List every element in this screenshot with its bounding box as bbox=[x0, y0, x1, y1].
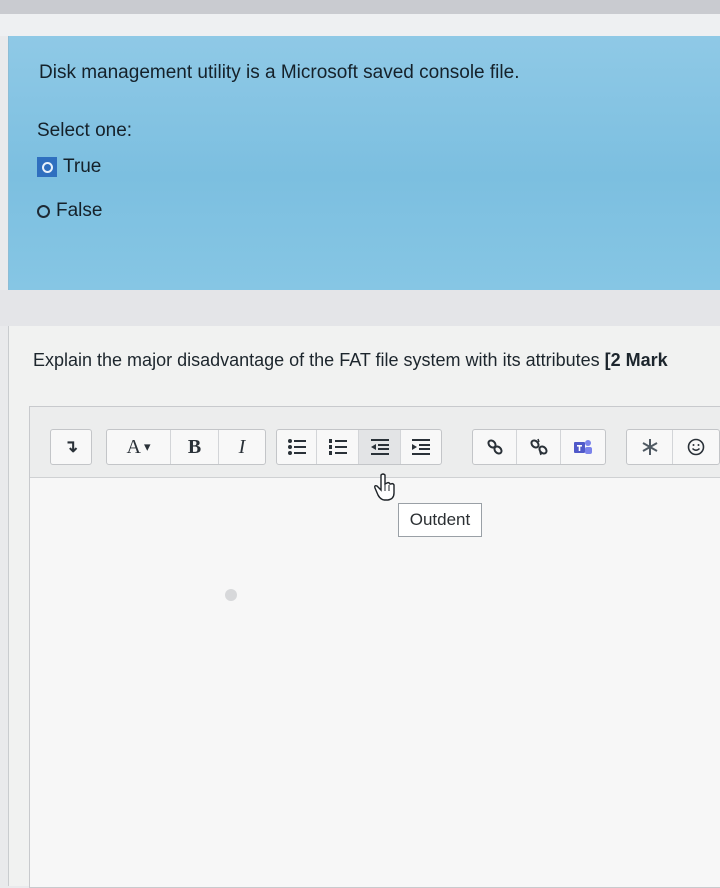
select-one-label: Select one: bbox=[37, 120, 133, 141]
editor-toolbar: ↴ A ▾ B I bbox=[30, 407, 720, 478]
unordered-list-button[interactable] bbox=[277, 430, 317, 464]
collapse-icon: ↴ bbox=[63, 437, 79, 456]
question-1-card: Disk management utility is a Microsoft s… bbox=[8, 36, 720, 290]
option-true-label: True bbox=[63, 156, 102, 177]
ordered-list-button[interactable] bbox=[317, 430, 359, 464]
question-2-card: Explain the major disadvantage of the FA… bbox=[8, 326, 720, 888]
link-icon bbox=[486, 439, 503, 455]
indent-button[interactable] bbox=[401, 430, 441, 464]
smiley-icon bbox=[687, 438, 705, 456]
question-1-text: Disk management utility is a Microsoft s… bbox=[39, 62, 520, 83]
option-true[interactable]: True bbox=[37, 156, 101, 178]
browser-top-bar bbox=[0, 0, 720, 14]
teams-button[interactable] bbox=[561, 430, 605, 464]
bullet-list-icon bbox=[287, 439, 306, 455]
outdent-button[interactable] bbox=[359, 430, 401, 464]
font-style-label: A bbox=[126, 435, 141, 458]
toolbar-group-links bbox=[472, 429, 606, 465]
outdent-icon bbox=[370, 439, 389, 455]
text-caret-marker bbox=[225, 589, 237, 601]
radio-false[interactable] bbox=[37, 204, 50, 218]
collapse-toolbar-button[interactable]: ↴ bbox=[51, 430, 91, 464]
snowflake-icon bbox=[642, 439, 657, 455]
emoji-button[interactable] bbox=[673, 430, 719, 464]
toolbar-group-collapse: ↴ bbox=[50, 429, 92, 465]
page-top-strip bbox=[0, 14, 720, 36]
toolbar-group-lists bbox=[276, 429, 442, 465]
indent-icon bbox=[412, 439, 430, 455]
numbered-list-icon bbox=[328, 439, 347, 455]
bold-label: B bbox=[187, 435, 202, 458]
option-false[interactable]: False bbox=[37, 200, 102, 222]
radio-true-selected[interactable] bbox=[37, 157, 57, 177]
italic-button[interactable]: I bbox=[219, 430, 265, 464]
italic-label: I bbox=[238, 435, 246, 458]
special-character-button[interactable] bbox=[627, 430, 673, 464]
outdent-tooltip: Outdent bbox=[398, 503, 482, 537]
toolbar-group-format: A ▾ B I bbox=[106, 429, 266, 465]
answer-text-area[interactable] bbox=[30, 478, 720, 887]
hand-cursor-icon bbox=[374, 473, 395, 501]
option-false-label: False bbox=[56, 200, 103, 221]
teams-icon bbox=[574, 440, 592, 454]
card-gap bbox=[0, 290, 720, 326]
font-style-button[interactable]: A ▾ bbox=[107, 430, 171, 464]
chevron-down-icon: ▾ bbox=[143, 439, 151, 454]
toolbar-group-media bbox=[626, 429, 720, 465]
unlink-button[interactable] bbox=[517, 430, 561, 464]
link-button[interactable] bbox=[473, 430, 517, 464]
answer-editor: ↴ A ▾ B I Outdent bbox=[29, 406, 720, 888]
question-2-marks: [2 Mark bbox=[604, 350, 668, 370]
question-2-text: Explain the major disadvantage of the FA… bbox=[33, 350, 720, 371]
bold-button[interactable]: B bbox=[171, 430, 219, 464]
question-2-body: Explain the major disadvantage of the FA… bbox=[33, 350, 605, 370]
unlink-icon bbox=[529, 438, 548, 456]
